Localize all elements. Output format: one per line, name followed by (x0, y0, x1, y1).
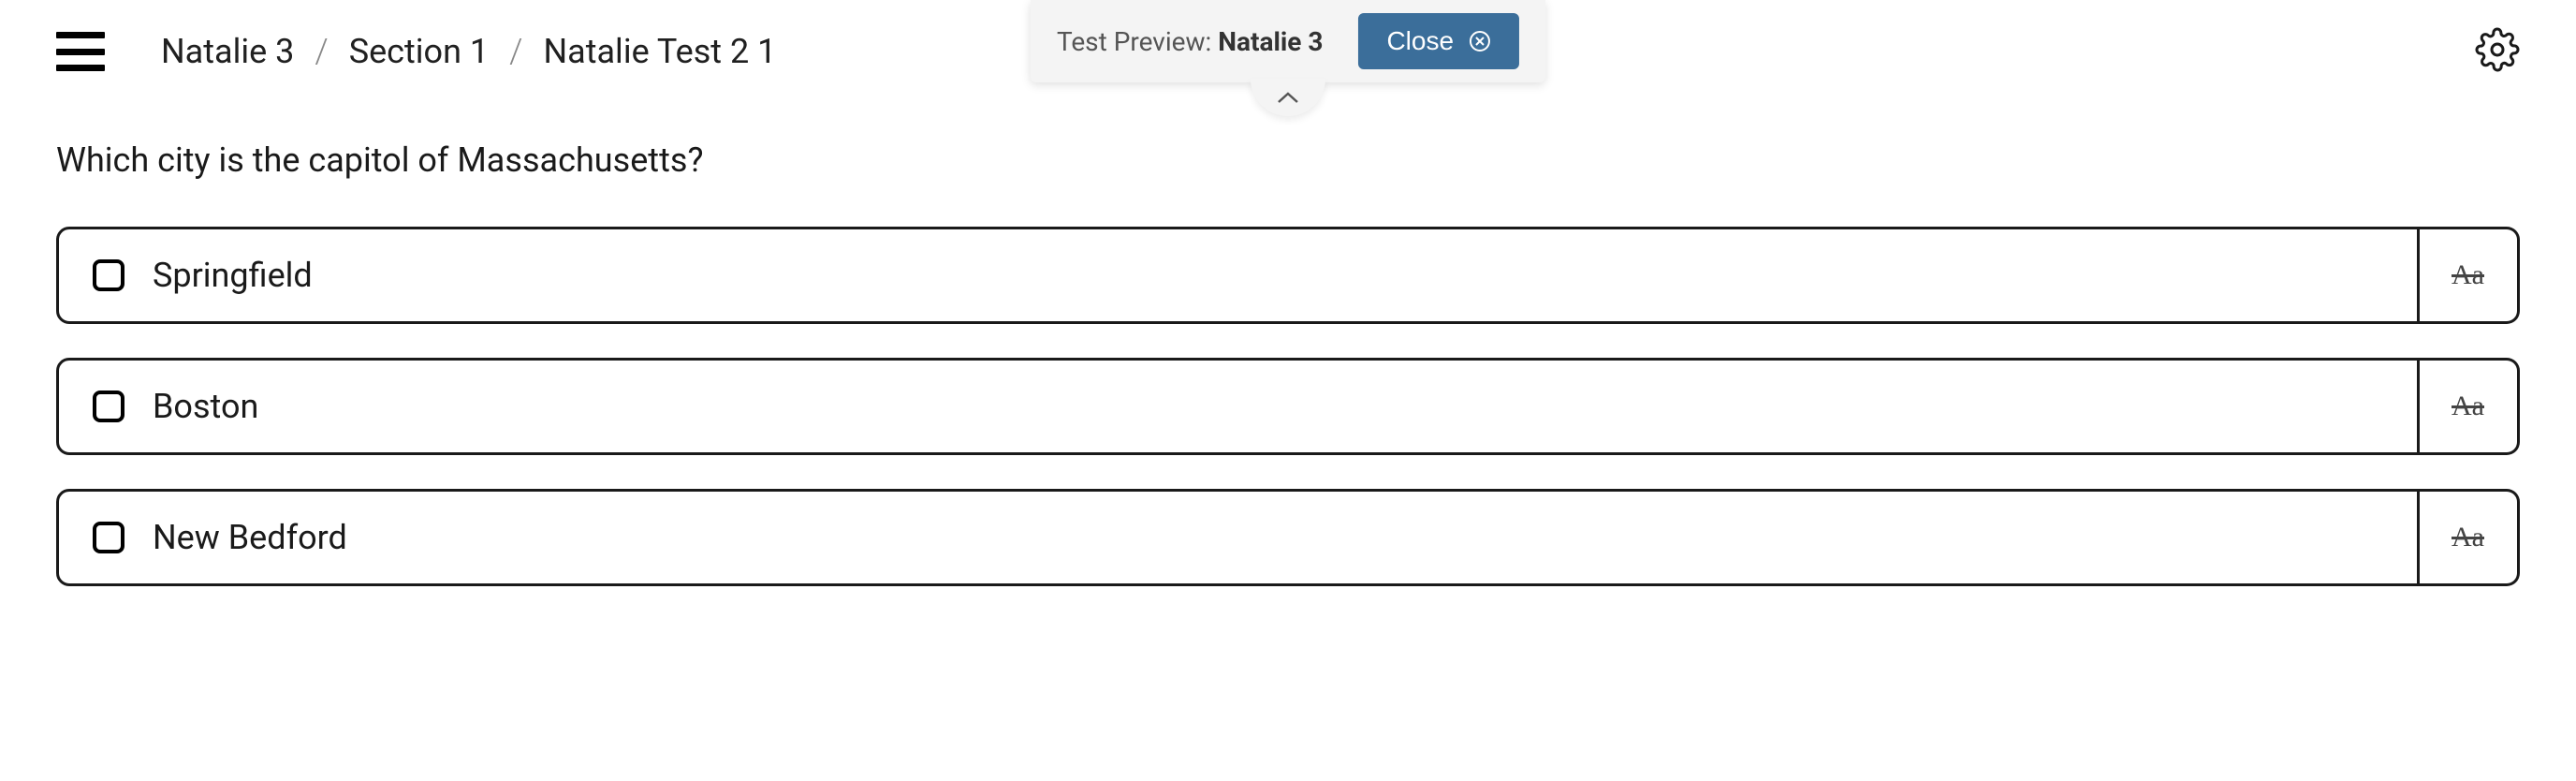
chevron-up-icon (1277, 91, 1299, 104)
menu-button[interactable] (56, 32, 105, 71)
breadcrumb-item-3[interactable]: Natalie Test 2 1 (543, 32, 776, 71)
collapse-button[interactable] (1251, 79, 1325, 116)
option-row: Springfield Aa (56, 227, 2520, 324)
preview-bar-inner: Test Preview: Natalie 3 Close (1031, 0, 1545, 82)
gear-icon (2475, 27, 2520, 72)
option-strike-button[interactable]: Aa (2417, 489, 2520, 586)
option-label: Springfield (153, 256, 313, 295)
collapse-arrow-wrap (1031, 79, 1545, 116)
strikethrough-icon: Aa (2452, 259, 2484, 291)
option-main[interactable]: Springfield (56, 227, 2420, 324)
settings-button[interactable] (2475, 27, 2520, 76)
option-label: New Bedford (153, 518, 347, 557)
content: Which city is the capitol of Massachuset… (0, 103, 2576, 586)
preview-bar: Test Preview: Natalie 3 Close (1031, 0, 1545, 116)
breadcrumb-item-2[interactable]: Section 1 (349, 32, 489, 71)
option-row: New Bedford Aa (56, 489, 2520, 586)
strikethrough-icon: Aa (2452, 390, 2484, 422)
breadcrumb-item-1[interactable]: Natalie 3 (161, 32, 294, 71)
option-checkbox[interactable] (93, 522, 124, 553)
option-main[interactable]: Boston (56, 358, 2420, 455)
breadcrumb: Natalie 3 / Section 1 / Natalie Test 2 1 (161, 32, 776, 71)
preview-label: Test Preview: Natalie 3 (1057, 26, 1323, 57)
close-button-label: Close (1386, 26, 1454, 56)
preview-prefix: Test Preview: (1057, 26, 1218, 57)
option-strike-button[interactable]: Aa (2417, 358, 2520, 455)
option-row: Boston Aa (56, 358, 2520, 455)
close-icon (1469, 30, 1491, 52)
option-strike-button[interactable]: Aa (2417, 227, 2520, 324)
option-main[interactable]: New Bedford (56, 489, 2420, 586)
option-checkbox[interactable] (93, 259, 124, 291)
breadcrumb-sep: / (315, 32, 328, 71)
question-text: Which city is the capitol of Massachuset… (56, 140, 2520, 180)
breadcrumb-sep: / (509, 32, 522, 71)
close-button[interactable]: Close (1358, 13, 1519, 69)
option-checkbox[interactable] (93, 390, 124, 422)
strikethrough-icon: Aa (2452, 522, 2484, 553)
option-label: Boston (153, 387, 258, 426)
preview-name: Natalie 3 (1218, 26, 1323, 57)
